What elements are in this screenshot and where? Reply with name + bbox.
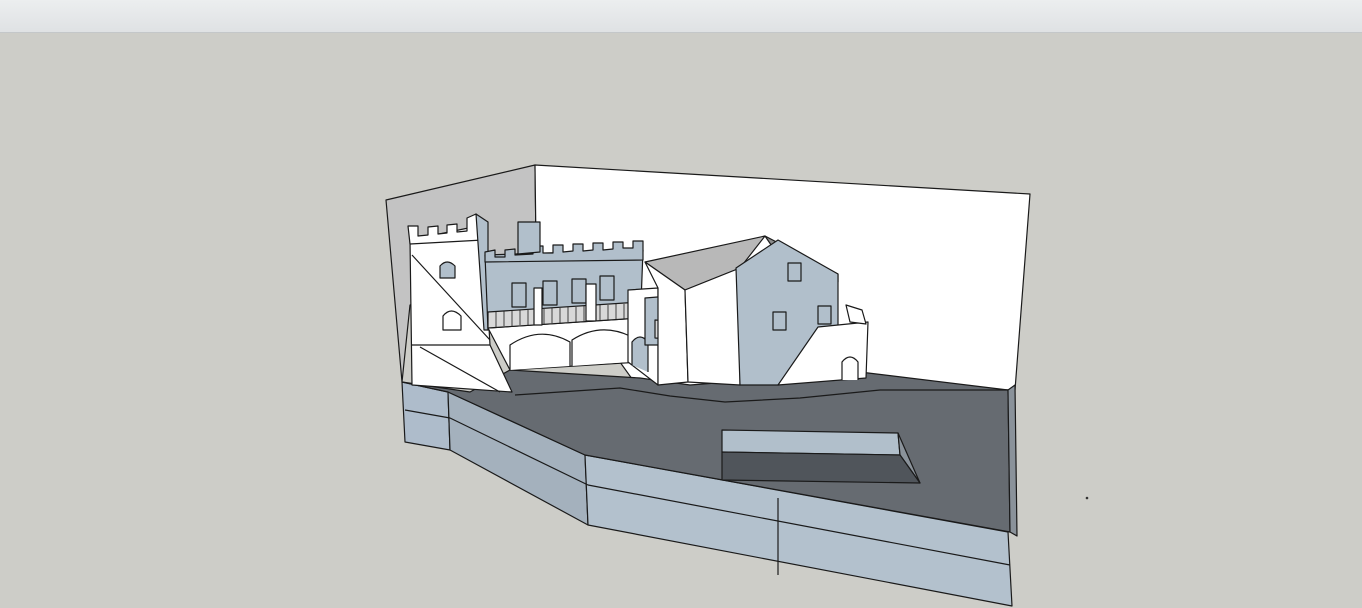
railing-pier-1 <box>533 287 543 326</box>
base-left-face <box>401 381 451 451</box>
arcade-arch-1 <box>509 333 571 370</box>
window-2 <box>542 280 558 306</box>
house-window-top <box>787 262 802 282</box>
toolbar-strip <box>0 0 1362 33</box>
tower-window-top <box>439 261 456 279</box>
model-canvas[interactable] <box>0 34 1362 608</box>
pool-back-wall <box>721 429 901 456</box>
arcade-arch-2 <box>571 329 631 366</box>
rooftop-chimney <box>517 221 541 255</box>
right-edge-wall <box>1007 384 1018 537</box>
window-4 <box>599 275 615 301</box>
house-window-side <box>817 305 832 325</box>
sketchup-app <box>0 0 1362 608</box>
window-1 <box>511 282 527 308</box>
pool-floor <box>721 451 921 484</box>
cursor-dot <box>1085 496 1089 500</box>
3d-viewport[interactable] <box>0 34 1362 608</box>
tower-window-bottom <box>442 310 462 331</box>
railing-pier-2 <box>585 283 597 322</box>
house-window-mid <box>772 311 787 331</box>
window-3 <box>571 278 587 304</box>
stair-doorway <box>841 356 859 380</box>
